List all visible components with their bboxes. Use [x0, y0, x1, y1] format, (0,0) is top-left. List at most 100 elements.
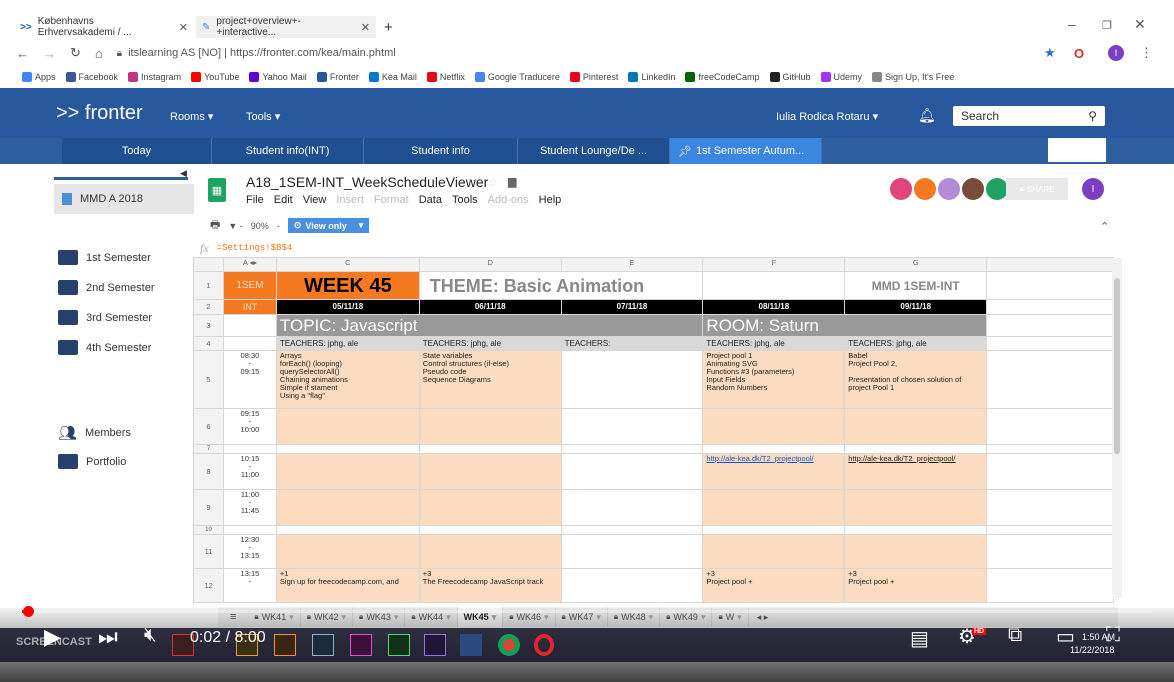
- cell-teachers[interactable]: TEACHERS:: [560, 336, 704, 351]
- cell-date[interactable]: 07/11/18: [560, 299, 704, 315]
- sidebar-item-members[interactable]: 👥︎ Members: [58, 424, 131, 442]
- bookmark-item[interactable]: Sign Up, It's Free: [872, 72, 954, 82]
- cell-lesson[interactable]: [418, 534, 562, 569]
- filter-icon[interactable]: ▼ -: [228, 221, 242, 231]
- bookmark-item[interactable]: GitHub: [769, 72, 811, 82]
- row-number[interactable]: 8: [193, 453, 224, 490]
- cell-empty[interactable]: [702, 525, 846, 535]
- row-number[interactable]: 10: [193, 525, 224, 535]
- cell-lesson[interactable]: [275, 408, 420, 445]
- cell-room[interactable]: ROOM: Saturn: [702, 314, 988, 337]
- cell-empty[interactable]: [560, 525, 704, 535]
- nav-student-info-int[interactable]: Student info(INT): [212, 138, 364, 164]
- bookmark-item[interactable]: Udemy: [820, 72, 862, 82]
- cell-lesson[interactable]: [418, 453, 562, 490]
- formula-text[interactable]: =Settings!$B$4: [217, 243, 293, 253]
- cell-empty[interactable]: [986, 534, 1114, 569]
- cell-empty[interactable]: [222, 525, 277, 535]
- browser-tab-kea[interactable]: >> Københavns Erhvervsakademi / ... ✕: [14, 16, 194, 38]
- cell-empty[interactable]: [986, 489, 1114, 526]
- cell-empty[interactable]: [986, 336, 1114, 351]
- taskbar-app-icon[interactable]: [388, 634, 410, 656]
- url-field[interactable]: itslearning AS [NO] | https://fronter.co…: [128, 47, 396, 59]
- cell-link[interactable]: http://ale-kea.dk/T2_projectpool/: [702, 453, 846, 490]
- avatar[interactable]: [938, 178, 960, 200]
- cell-empty[interactable]: [844, 525, 988, 535]
- sheet-title[interactable]: A18_1SEM-INT_WeekScheduleViewer: [246, 174, 488, 190]
- opera-icon[interactable]: O: [1074, 46, 1084, 61]
- row-number[interactable]: 1: [193, 271, 224, 300]
- back-icon[interactable]: ←: [16, 46, 29, 61]
- cell-empty[interactable]: [702, 271, 846, 300]
- cell-empty[interactable]: [986, 350, 1114, 409]
- cell-empty[interactable]: [560, 489, 704, 526]
- cell-lesson[interactable]: Babel Project Pool 2, Presentation of ch…: [844, 350, 988, 409]
- cell-date[interactable]: 08/11/18: [702, 299, 846, 315]
- mute-icon[interactable]: 🔇︎: [144, 624, 157, 647]
- cell-empty[interactable]: [986, 525, 1114, 535]
- col-header-e[interactable]: E: [560, 257, 704, 272]
- cell-lesson[interactable]: Project pool 1 Animating SVG Functions #…: [702, 350, 846, 409]
- cell-lesson[interactable]: Arrays forEach() (looping) querySelector…: [275, 350, 420, 409]
- bookmark-item[interactable]: Pinterest: [569, 72, 618, 82]
- chrome-icon[interactable]: [498, 634, 520, 656]
- menu-kebab-icon[interactable]: ⋮: [1140, 45, 1153, 61]
- cell-time[interactable]: 08:30-09:15: [222, 350, 277, 409]
- cell-lesson[interactable]: +1 Sign up for freecodecamp.com, and: [275, 568, 420, 603]
- search-box[interactable]: Search ⚲: [953, 106, 1105, 126]
- cell-empty[interactable]: [986, 314, 1114, 337]
- col-header-g[interactable]: G: [844, 257, 988, 272]
- cell-empty[interactable]: [560, 444, 704, 454]
- home-icon[interactable]: ⌂: [95, 46, 103, 61]
- bookmark-item[interactable]: freeCodeCamp: [685, 72, 760, 82]
- sidebar-item-1st-semester[interactable]: 1st Semester: [58, 250, 151, 265]
- cell-lesson[interactable]: +3 Project pool +: [702, 568, 846, 603]
- menu-item-view[interactable]: View: [303, 194, 327, 206]
- row-number[interactable]: 3: [193, 314, 224, 337]
- cell-lesson[interactable]: [702, 408, 846, 445]
- bookmark-item[interactable]: Fronter: [316, 72, 359, 82]
- cell-teachers[interactable]: TEACHERS: jphg, ale: [275, 336, 420, 351]
- project-pool-link[interactable]: http://ale-kea.dk/T2_projectpool/: [706, 455, 813, 464]
- cell-empty[interactable]: [560, 408, 704, 445]
- cell-time[interactable]: 13:15-: [222, 568, 277, 603]
- star-outline-icon[interactable]: ☆: [488, 176, 498, 189]
- cell-date[interactable]: 05/11/18: [275, 299, 420, 315]
- menu-item-format[interactable]: Format: [374, 194, 409, 206]
- cell-empty[interactable]: [702, 444, 846, 454]
- folder-move-icon[interactable]: ▆: [508, 175, 516, 188]
- bookmark-item[interactable]: LinkedIn: [628, 72, 675, 82]
- nav-today[interactable]: Today: [62, 138, 212, 164]
- cell-empty[interactable]: [986, 408, 1114, 445]
- cell-lesson[interactable]: +3 The Freecodecamp JavaScript track: [418, 568, 562, 603]
- minimize-icon[interactable]: –: [1068, 16, 1076, 32]
- forward-icon[interactable]: →: [43, 46, 56, 61]
- taskbar-app-icon[interactable]: [312, 634, 334, 656]
- cell-theme[interactable]: THEME: Basic Animation: [418, 271, 704, 300]
- play-button[interactable]: ▶: [44, 624, 61, 650]
- cell-teachers[interactable]: TEACHERS: jphg, ale: [418, 336, 562, 351]
- theater-mode-icon[interactable]: ▭: [1056, 624, 1075, 649]
- cell-empty[interactable]: [222, 336, 277, 351]
- menu-item-insert[interactable]: Insert: [336, 194, 364, 206]
- menu-item-tools[interactable]: Tools: [452, 194, 478, 206]
- profile-icon[interactable]: I: [1108, 45, 1124, 61]
- row-number[interactable]: 2: [193, 299, 224, 315]
- account-avatar[interactable]: I: [1082, 178, 1104, 200]
- cell-lesson[interactable]: [844, 408, 988, 445]
- cell-empty[interactable]: [986, 453, 1114, 490]
- collapse-up-icon[interactable]: ⌃: [1100, 220, 1109, 233]
- avatar[interactable]: [962, 178, 984, 200]
- cell-date[interactable]: 06/11/18: [418, 299, 562, 315]
- taskbar-app-icon[interactable]: [350, 634, 372, 656]
- user-menu[interactable]: Iulia Rodica Rotaru ▾: [776, 110, 878, 123]
- cell-topic[interactable]: TOPIC: Javascript: [275, 314, 704, 337]
- room-item[interactable]: MMD A 2018: [54, 184, 194, 214]
- maximize-icon[interactable]: ❐: [1102, 19, 1112, 32]
- opera-icon[interactable]: [534, 634, 554, 656]
- avatar[interactable]: [914, 178, 936, 200]
- cell-lesson[interactable]: [702, 534, 846, 569]
- tools-menu[interactable]: Tools ▾: [246, 110, 280, 123]
- taskbar-app-icon[interactable]: [274, 634, 296, 656]
- zoom-select[interactable]: 90%: [251, 221, 269, 231]
